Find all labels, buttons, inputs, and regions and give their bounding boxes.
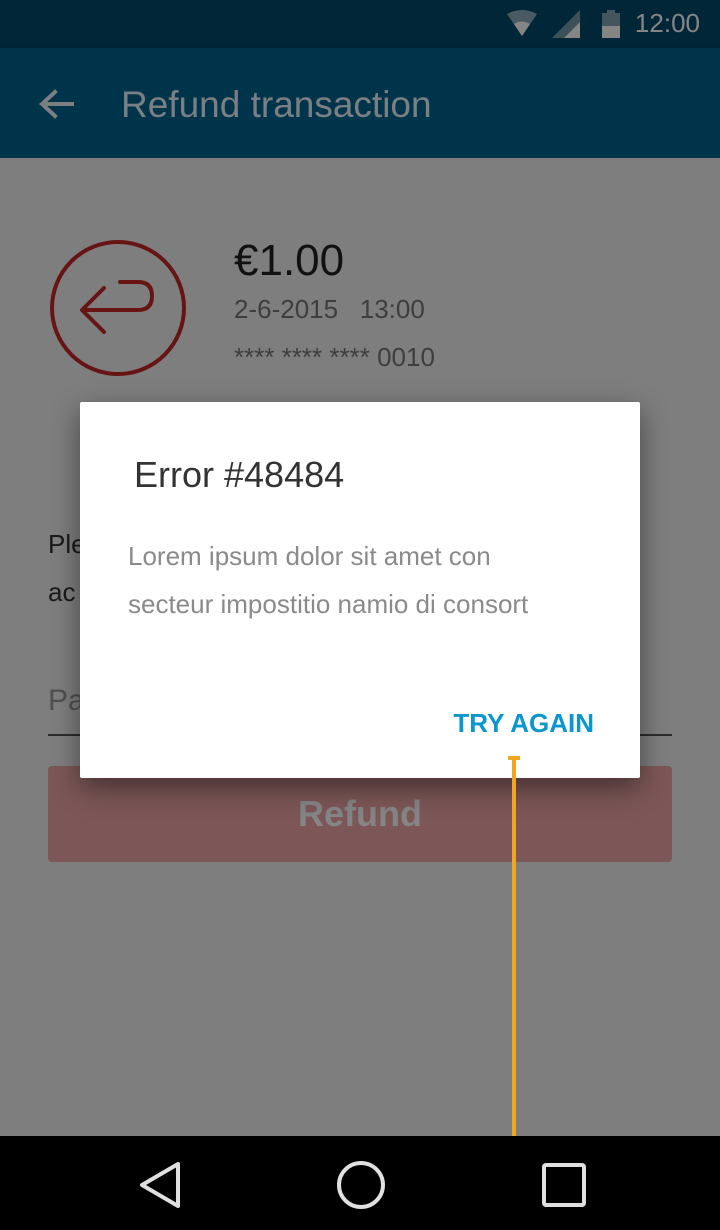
navigation-bar [0, 1136, 720, 1230]
home-circle-icon[interactable] [336, 1160, 386, 1210]
back-triangle-icon[interactable] [136, 1160, 184, 1210]
dialog-title: Error #48484 [134, 454, 345, 495]
try-again-button[interactable]: TRY AGAIN [453, 708, 594, 739]
recents-square-icon[interactable] [540, 1160, 588, 1210]
dialog-message: Lorem ipsum dolor sit amet con secteur i… [128, 541, 529, 619]
error-dialog: Error #48484 Lorem ipsum dolor sit amet … [80, 402, 640, 778]
